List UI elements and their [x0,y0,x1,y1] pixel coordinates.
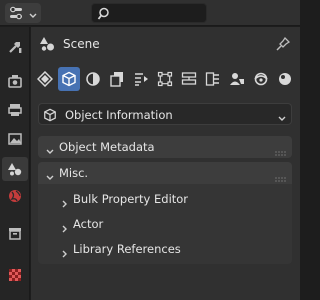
tab-texture[interactable] [2,263,28,287]
chevron-right-icon [60,219,70,238]
panel-misc[interactable]: Misc. [38,162,292,184]
output-icon [8,104,22,116]
subpanel-bulk-property-editor[interactable]: Bulk Property Editor [38,188,292,210]
scene-icon [8,163,22,176]
properties-category-dropdown[interactable]: Object Information [38,103,292,125]
subpanel-actor[interactable]: Actor [38,213,292,235]
tab-view-layer[interactable] [2,127,28,151]
panel-title: Object Metadata [59,140,155,154]
tab-tool[interactable] [2,35,28,59]
prop-button-modifier[interactable] [82,67,104,91]
texture-icon [9,269,21,281]
collection-icon [9,228,21,240]
visibility-icon [254,72,268,86]
tab-world[interactable] [2,184,28,208]
properties-main-area: Scene Object Information Object Metadata… [31,27,300,300]
tool-icon [9,42,22,53]
constraints-icon [157,71,173,87]
dropdown-label: Object Information [65,108,173,122]
chevron-right-icon [60,244,70,263]
editor-header [0,0,300,26]
particles-icon [110,72,123,87]
tool-icon [37,71,53,87]
subpanel-title: Library References [73,242,181,256]
tab-output[interactable] [2,98,28,122]
render-icon [8,75,22,88]
prop-button-object[interactable] [58,67,80,91]
panel-object-metadata[interactable]: Object Metadata [38,136,292,158]
prop-button-physics[interactable] [130,67,152,91]
modifier-icon [86,72,100,86]
prop-button-tool[interactable] [34,67,56,91]
chevron-down-icon [29,7,37,26]
prop-button-material[interactable] [202,67,224,91]
search-icon [96,6,112,26]
prop-button-shading[interactable] [226,67,248,91]
prop-button-visibility[interactable] [250,67,272,91]
tab-render[interactable] [2,69,28,93]
panel-title: Misc. [59,166,89,180]
physics-icon [135,73,148,86]
prop-button-extra[interactable] [274,67,296,91]
view-layer-icon [8,133,22,145]
chevron-right-icon [60,194,70,213]
prop-button-particles[interactable] [106,67,128,91]
shading-icon [230,73,244,85]
properties-tab-column [0,27,30,300]
drag-grip-icon[interactable] [274,143,288,162]
world-icon [9,190,21,202]
properties-editor-icon [8,5,24,25]
context-title: Scene [63,37,100,51]
subpanel-title: Bulk Property Editor [73,192,189,206]
shader-ball-icon [279,73,291,85]
object-icon [62,71,76,87]
object-cube-icon [43,107,57,126]
data-icon [181,72,197,85]
search-input[interactable] [91,3,207,23]
scene-icon [38,35,56,57]
subpanel-library-references[interactable]: Library References [38,238,292,260]
subpanel-title: Actor [73,217,104,231]
chevron-down-icon [45,142,55,161]
pin-icon[interactable] [275,36,291,56]
tab-collection[interactable] [2,221,28,245]
editor-type-button[interactable] [5,3,41,23]
context-breadcrumb: Scene [31,27,300,61]
chevron-down-icon [277,109,287,128]
property-type-buttons [31,67,300,93]
prop-button-constraints[interactable] [154,67,176,91]
prop-button-data[interactable] [178,67,200,91]
panel-misc-body: Bulk Property Editor Actor Library Refer… [38,184,292,264]
material-icon [205,72,219,86]
tab-scene[interactable] [2,157,28,181]
